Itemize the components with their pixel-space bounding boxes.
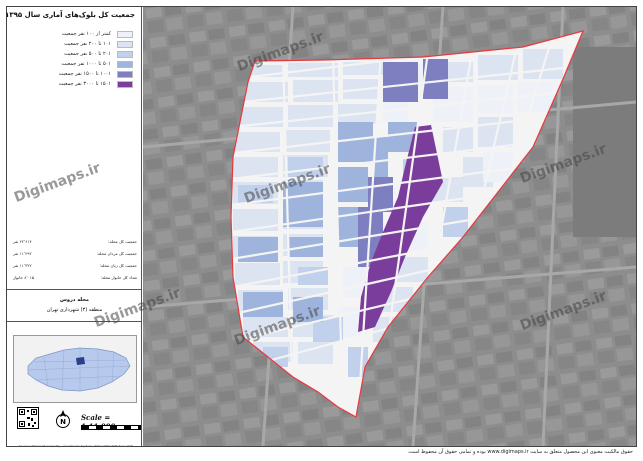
svg-text:N: N — [60, 418, 66, 426]
legend-swatch — [117, 60, 133, 68]
stat-female-population: جمعیت کل زنان محله: ۱۱٬۳۲۲ نفر — [13, 263, 137, 271]
stat-total-population: جمعیت کل محله: ۲۲٬۶۱۴ نفر — [13, 239, 137, 247]
legend-class-label: ۲۰۱ تا ۵۰۰ نفر جمعیت — [64, 51, 111, 57]
legend-class-4: ۵۰۱ تا ۱۰۰۰ نفر جمعیت — [61, 59, 133, 69]
legend-class-2: ۱۰۱ تا ۲۰۰ نفر جمعیت — [64, 39, 133, 49]
neighborhood-name: محله دروس — [60, 297, 89, 303]
scale-bar — [81, 425, 141, 430]
legend-class-label: کمتر از ۱۰۰ نفر جمعیت — [61, 31, 111, 37]
stat-label: جمعیت کل محله: — [108, 239, 137, 244]
stat-label: تعداد کل خانوار محله: — [100, 275, 137, 280]
legend-class-label: ۱۰۱ تا ۲۰۰ نفر جمعیت — [64, 41, 111, 47]
stat-label: جمعیت کل زنان محله: — [99, 263, 137, 268]
legend-title: جمعیت کل بلوک‌های آماری سال ۱۳۹۵ — [5, 11, 135, 19]
north-arrow-icon: N — [55, 409, 71, 429]
legend-swatch — [117, 30, 133, 38]
source-credit: Source: Tehran Municipality - Coordinate… — [19, 444, 133, 448]
stat-value: ۸٬۰۱۵ خانوار — [13, 275, 35, 280]
stat-value: ۱۱٬۲۹۲ نفر — [13, 251, 32, 256]
stat-households: تعداد کل خانوار محله: ۸٬۰۱۵ خانوار — [13, 275, 137, 283]
stat-male-population: جمعیت کل مردان محله: ۱۱٬۲۹۲ نفر — [13, 251, 137, 259]
park-area — [573, 47, 636, 237]
legend-swatch — [117, 40, 133, 48]
map-sheet: جمعیت کل بلوک‌های آماری سال ۱۳۹۵ کمتر از… — [0, 0, 643, 461]
legend-class-3: ۲۰۱ تا ۵۰۰ نفر جمعیت — [64, 49, 133, 59]
qr-code — [17, 407, 39, 429]
legend-class-label: ۱۵۰۱ تا ۳۰۰۰ نفر جمعیت — [58, 81, 111, 87]
legend-class-1: کمتر از ۱۰۰ نفر جمعیت — [62, 29, 133, 39]
legend-swatch — [117, 70, 133, 78]
stat-label: جمعیت کل مردان محله: — [96, 251, 137, 256]
map-canvas — [143, 7, 636, 446]
stat-value: ۲۲٬۶۱۴ نفر — [13, 239, 32, 244]
legend-divider — [7, 289, 142, 290]
map-panel[interactable] — [143, 7, 636, 446]
tehran-locator-map — [13, 335, 137, 403]
legend-panel: جمعیت کل بلوک‌های آماری سال ۱۳۹۵ کمتر از… — [5, 7, 142, 448]
legend-class-6: ۱۵۰۱ تا ۳۰۰۰ نفر جمعیت — [59, 79, 133, 89]
legend-class-5: ۱۰۰۱ تا ۱۵۰۰ نفر جمعیت — [59, 69, 133, 79]
legend-swatch — [117, 80, 133, 88]
stat-value: ۱۱٬۳۲۲ نفر — [13, 263, 32, 268]
copyright-footer: حقوق مالکیت معنوی این محصول متعلق به سای… — [407, 449, 633, 455]
legend-swatch — [117, 50, 133, 58]
legend-class-label: ۱۰۰۱ تا ۱۵۰۰ نفر جمعیت — [58, 71, 111, 77]
legend-class-label: ۵۰۱ تا ۱۰۰۰ نفر جمعیت — [61, 61, 111, 67]
